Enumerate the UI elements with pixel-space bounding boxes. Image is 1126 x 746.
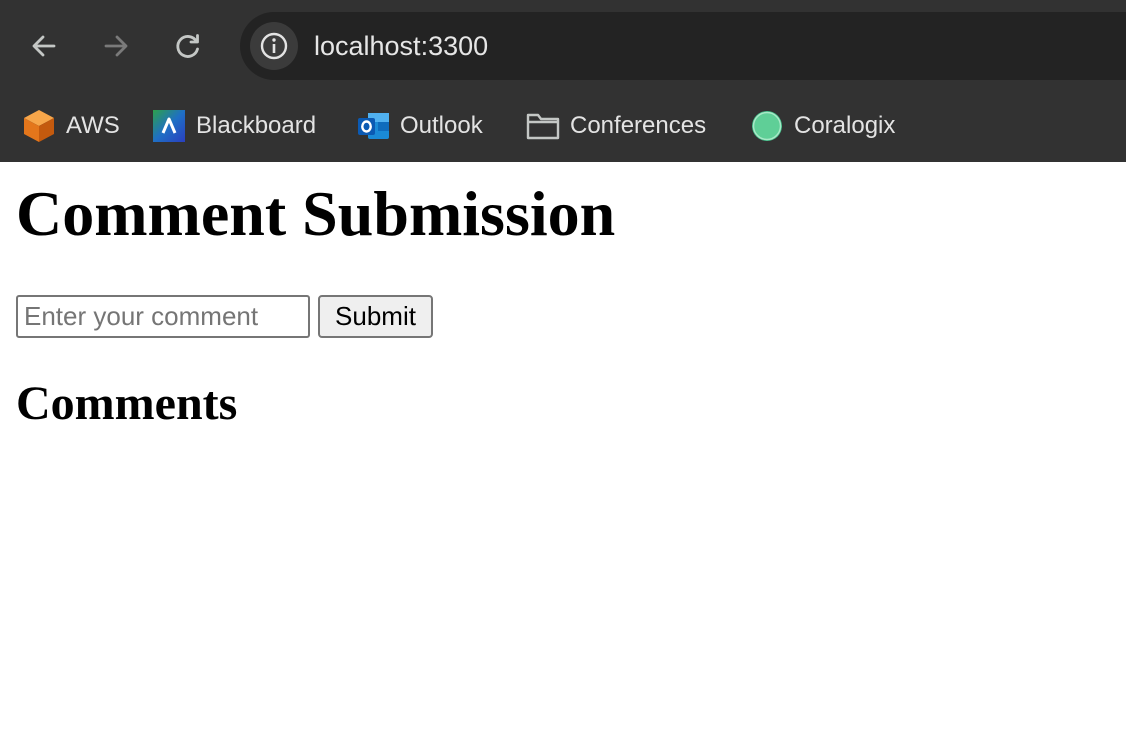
page-content: Comment Submission Submit Comments xyxy=(0,162,1126,746)
address-bar[interactable]: localhost:3300 xyxy=(240,12,1126,80)
outlook-icon xyxy=(356,109,390,143)
bookmark-label: Coralogix xyxy=(794,112,896,139)
aws-cube-icon xyxy=(22,109,56,143)
comment-input[interactable] xyxy=(16,295,310,338)
site-info-button[interactable] xyxy=(250,22,298,70)
folder-icon xyxy=(526,109,560,143)
bookmark-conferences[interactable]: Conferences xyxy=(526,106,706,146)
bookmark-label: Conferences xyxy=(570,112,707,139)
bookmark-aws[interactable]: AWS xyxy=(22,106,120,146)
bookmark-coralogix[interactable]: Coralogix xyxy=(750,106,895,146)
browser-toolbar: localhost:3300 xyxy=(0,0,1126,92)
arrow-left-icon xyxy=(32,35,56,57)
page-title: Comment Submission xyxy=(16,178,616,249)
reload-button[interactable] xyxy=(168,26,208,66)
info-icon xyxy=(260,32,288,60)
forward-button[interactable] xyxy=(96,26,136,66)
reload-icon xyxy=(176,34,199,58)
blackboard-icon xyxy=(152,109,186,143)
bookmark-label: AWS xyxy=(66,112,120,139)
browser-chrome: localhost:3300 AWS Blackboard Outlook Co… xyxy=(0,0,1126,162)
back-button[interactable] xyxy=(24,26,64,66)
coralogix-icon xyxy=(750,109,784,143)
bookmark-outlook[interactable]: Outlook xyxy=(356,106,483,146)
bookmark-blackboard[interactable]: Blackboard xyxy=(152,106,316,146)
bookmark-label: Outlook xyxy=(400,112,483,139)
url-text: localhost:3300 xyxy=(314,31,489,61)
bookmarks-bar: AWS Blackboard Outlook Conferences Coral… xyxy=(0,100,1126,152)
bookmark-label: Blackboard xyxy=(196,112,317,139)
submit-button[interactable]: Submit xyxy=(318,295,433,338)
comments-heading: Comments xyxy=(16,377,238,430)
arrow-right-icon xyxy=(104,35,128,57)
comments-list xyxy=(16,452,1106,732)
